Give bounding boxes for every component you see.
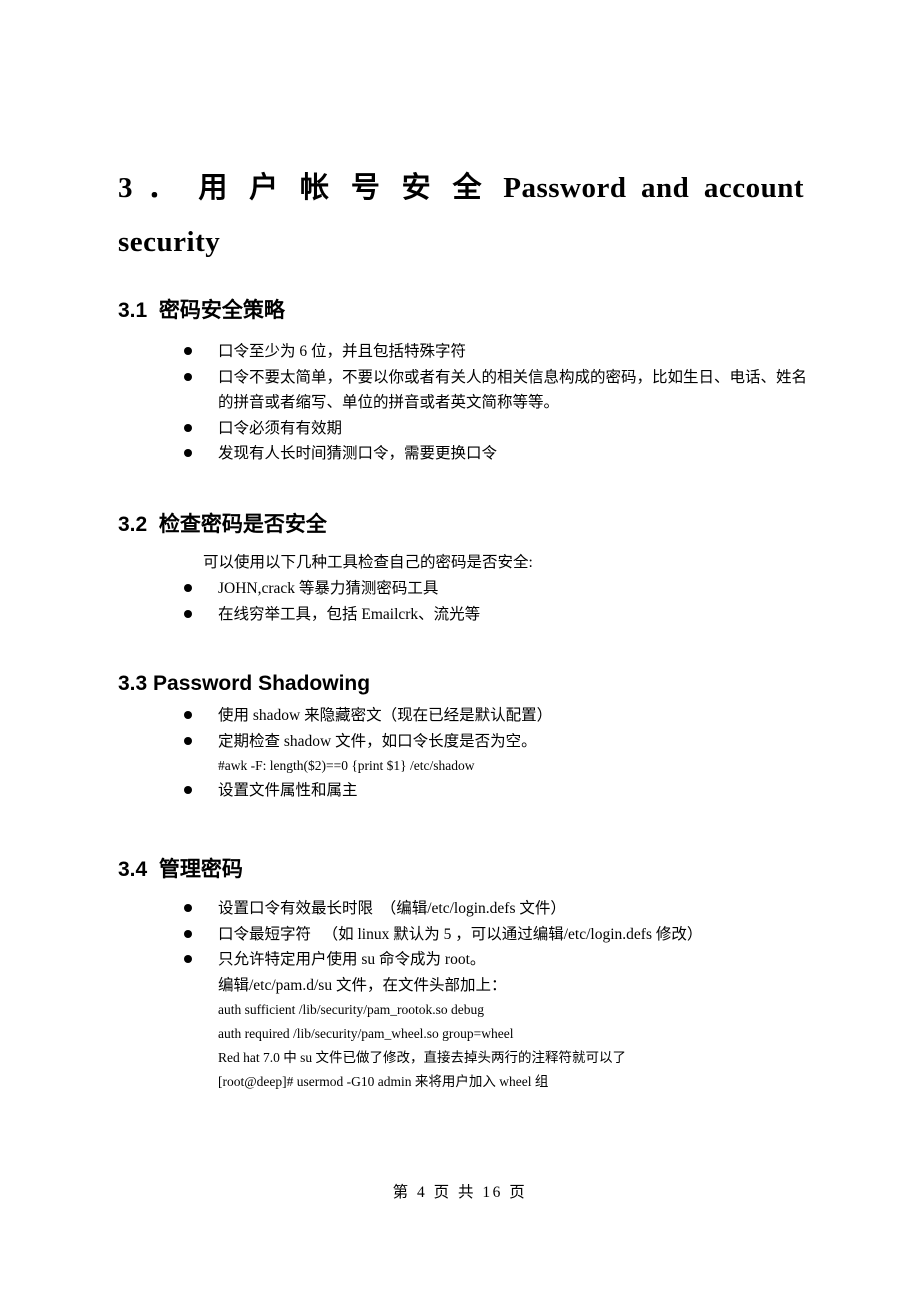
list-item: 设置口令有效最长时限 （编辑/etc/login.defs 文件）	[182, 896, 807, 922]
bullet-icon	[184, 423, 192, 432]
list-item: 口令最短字符 （如 linux 默认为 5 ，可以通过编辑/etc/login.…	[182, 922, 807, 948]
list-item-label: 发现有人长时间猜测口令，需要更换口令	[218, 445, 498, 462]
list-item-label: 在线穷举工具，包括 Emailcrk、流光等	[218, 605, 481, 623]
page-title: 3 ． 用 户 帐 号 安 全 Password and account sec…	[118, 161, 804, 269]
list-item-label: 设置口令有效最长时限 （编辑/etc/login.defs 文件）	[218, 900, 566, 917]
list-item: 发现有人长时间猜测口令，需要更换口令	[182, 441, 807, 467]
pam-code-line-1: auth sufficient /lib/security/pam_rootok…	[218, 1002, 484, 1017]
list-item-label: JOHN,crack 等暴力猜测密码工具	[218, 580, 439, 597]
section-heading-3-4: 3.4 管理密码	[118, 858, 243, 882]
bullet-icon	[184, 929, 192, 938]
list-item: 在线穷举工具，包括 Emailcrk、流光等	[182, 602, 807, 628]
bullet-list-3-2: JOHN,crack 等暴力猜测密码工具 在线穷举工具，包括 Emailcrk、…	[182, 576, 807, 627]
shadow-awk-command: #awk -F: length($2)==0 {print $1} /etc/s…	[218, 758, 475, 773]
bullet-list-3-3: 使用 shadow 来隐藏密文（现在已经是默认配置） 定期检查 shadow 文…	[182, 703, 807, 804]
list-item-label: 口令不要太简单，不要以你或者有关人的相关信息构成的密码，比如生日、电话、姓名的拼…	[218, 368, 808, 412]
list-item-label: 定期检查 shadow 文件，如口令长度是否为空。	[218, 732, 537, 750]
list-item: 设置文件属性和属主	[182, 778, 807, 804]
document-page: 3 ． 用 户 帐 号 安 全 Password and account sec…	[0, 0, 920, 1302]
bullet-icon	[184, 955, 192, 963]
list-item-label: 口令必须有有效期	[218, 419, 343, 437]
bullet-icon	[184, 449, 192, 457]
bullet-icon	[184, 786, 192, 794]
bullet-icon	[184, 372, 192, 381]
list-item: 使用 shadow 来隐藏密文（现在已经是默认配置）	[182, 703, 807, 729]
list-item: 定期检查 shadow 文件，如口令长度是否为空。 #awk -F: lengt…	[182, 729, 807, 779]
list-item: 口令不要太简单，不要以你或者有关人的相关信息构成的密码，比如生日、电话、姓名的拼…	[182, 365, 807, 416]
list-item: 口令至少为 6 位，并且包括特殊字符	[182, 339, 807, 365]
section-3-2-intro: 可以使用以下几种工具检查自己的密码是否安全:	[203, 554, 533, 571]
list-item-label: 设置文件属性和属主	[218, 782, 358, 799]
list-item-label: 口令最短字符 （如 linux 默认为 5 ，可以通过编辑/etc/login.…	[218, 925, 703, 943]
pam-code-line-4: [root@deep]# usermod -G10 admin 来将用户加入 w…	[218, 1074, 549, 1089]
list-item: 只允许特定用户使用 su 命令成为 root。 编辑/etc/pam.d/su …	[182, 947, 807, 1094]
section-heading-3-3: 3.3 Password Shadowing	[118, 672, 371, 696]
bullet-icon	[184, 609, 192, 618]
bullet-list-3-4: 设置口令有效最长时限 （编辑/etc/login.defs 文件） 口令最短字符…	[182, 896, 807, 1094]
list-item-label: 只允许特定用户使用 su 命令成为 root。	[218, 951, 486, 968]
bullet-icon	[184, 711, 192, 719]
bullet-icon	[184, 904, 192, 912]
list-item: 口令必须有有效期	[182, 416, 807, 442]
page-title-line-1: 3 ． 用 户 帐 号 安 全 Password and account	[118, 172, 804, 205]
bullet-icon	[184, 347, 192, 355]
section-heading-3-1: 3.1 密码安全策略	[118, 299, 285, 323]
page-title-line-2: security	[118, 226, 221, 259]
pam-edit-instruction: 编辑/etc/pam.d/su 文件，在文件头部加上：	[218, 976, 507, 994]
bullet-icon	[184, 584, 192, 592]
section-heading-3-2: 3.2 检查密码是否安全	[118, 513, 327, 537]
bullet-icon	[184, 736, 192, 745]
pam-code-line-2: auth required /lib/security/pam_wheel.so…	[218, 1026, 514, 1041]
list-item: JOHN,crack 等暴力猜测密码工具	[182, 576, 807, 602]
list-item-label: 口令至少为 6 位，并且包括特殊字符	[218, 343, 467, 360]
pam-code-line-3: Red hat 7.0 中 su 文件已做了修改，直接去掉头两行的注释符就可以了	[218, 1050, 626, 1065]
page-footer: 第 4 页 共 16 页	[392, 1184, 528, 1201]
list-item-label: 使用 shadow 来隐藏密文（现在已经是默认配置）	[218, 707, 553, 724]
bullet-list-3-1: 口令至少为 6 位，并且包括特殊字符 口令不要太简单，不要以你或者有关人的相关信…	[182, 339, 807, 467]
